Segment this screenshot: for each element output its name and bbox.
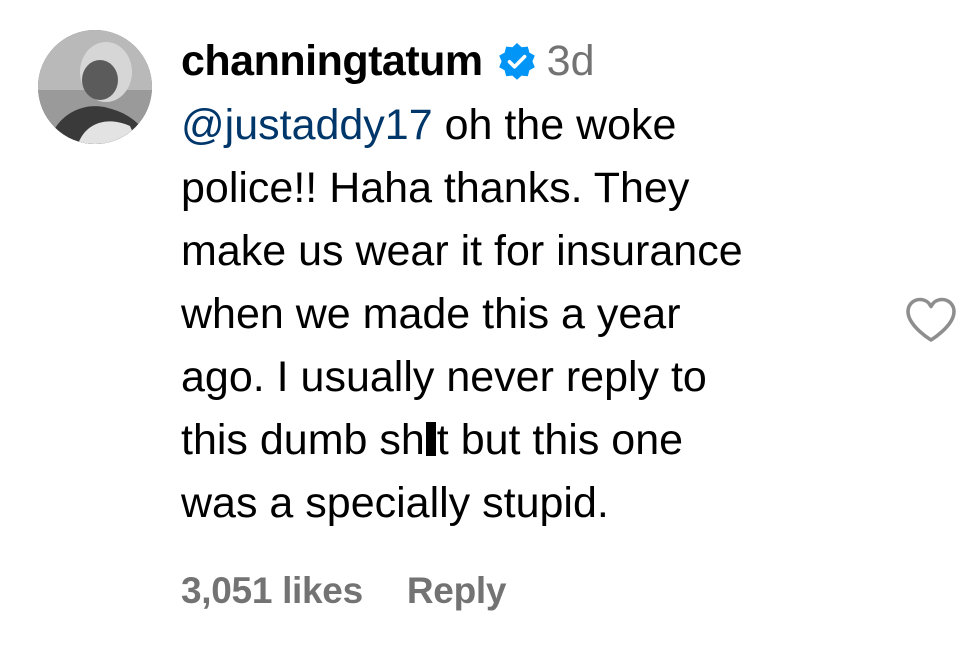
verified-badge-icon: [497, 42, 537, 82]
comment-text-segment: this dumb sh: [181, 416, 425, 464]
redaction-bar: [425, 422, 436, 456]
timestamp[interactable]: 3d: [547, 37, 595, 86]
heart-icon[interactable]: [904, 296, 958, 344]
comment-line: police!! Haha thanks. They: [181, 164, 690, 212]
comment-line: ago. I usually never reply to: [181, 353, 707, 401]
comment-header: channingtatum 3d: [181, 30, 881, 92]
comment-text-segment: oh the woke: [432, 101, 677, 149]
comment-line: was a specially stupid.: [181, 479, 609, 527]
comment-line: this dumb sh t but this one: [181, 409, 861, 472]
comment-text: @justaddy17 oh the woke police!! Haha th…: [181, 94, 861, 535]
reply-button[interactable]: Reply: [407, 570, 507, 612]
comment-line: @justaddy17 oh the woke: [181, 94, 861, 157]
username[interactable]: channingtatum: [181, 37, 483, 86]
comment-text-segment: t but this one: [436, 416, 684, 464]
mention-link[interactable]: @justaddy17: [181, 101, 433, 149]
comment-line: make us wear it for insurance: [181, 227, 743, 275]
comment-line: when we made this a year: [181, 290, 681, 338]
likes-count[interactable]: 3,051 likes: [181, 570, 363, 612]
avatar[interactable]: [38, 30, 152, 144]
comment-actions: 3,051 likes Reply: [181, 570, 506, 612]
comment: channingtatum 3d @justaddy17 oh the woke…: [181, 30, 881, 535]
